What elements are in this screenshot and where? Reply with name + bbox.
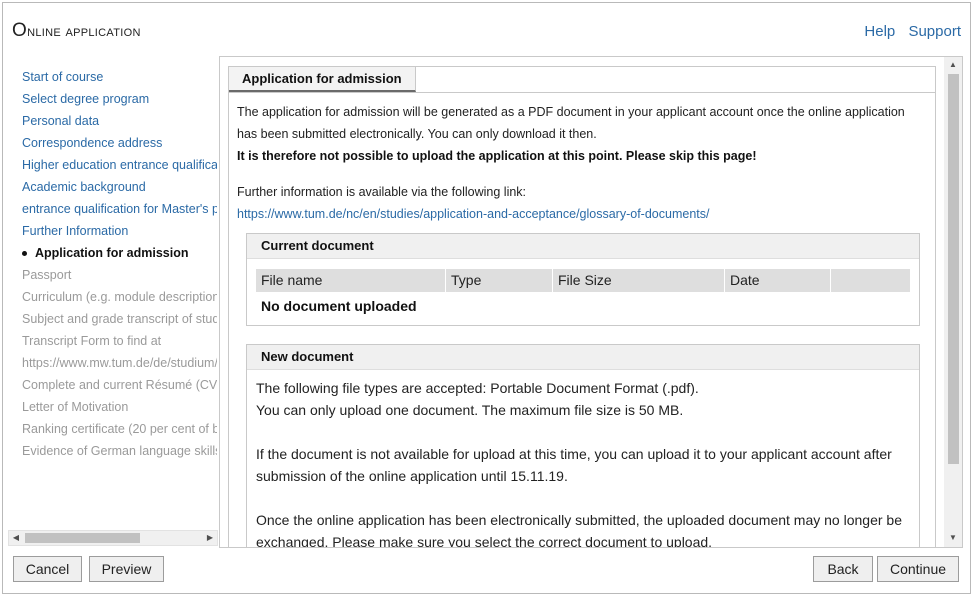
continue-button[interactable]: Continue <box>877 556 959 582</box>
new-document-instructions: The following file types are accepted: P… <box>256 377 906 548</box>
sidebar-item-german-language-skills: Evidence of German language skills <box>22 444 217 458</box>
top-links: Help Support <box>855 23 961 40</box>
glossary-link[interactable]: https://www.tum.de/nc/en/studies/applica… <box>237 203 927 225</box>
intro-text: The application for admission will be ge… <box>237 101 927 225</box>
instruction-line: submission of the online application unt… <box>256 468 568 484</box>
instruction-line: If the document is not available for upl… <box>256 446 892 462</box>
help-link[interactable]: Help <box>864 23 895 40</box>
sidebar-item-entrance-qualification-masters[interactable]: entrance qualification for Master's prog… <box>10 198 217 220</box>
main-panel: Application for admission The applicatio… <box>219 56 963 548</box>
table-header: File name Type File Size Date <box>256 269 910 292</box>
triangle-right-icon[interactable]: ▶ <box>203 531 217 545</box>
sidebar-item-ranking-certificate: Ranking certificate (20 per cent of best… <box>22 422 217 436</box>
intro-warning: It is therefore not possible to upload t… <box>237 149 757 163</box>
sidebar-item-personal-data[interactable]: Personal data <box>10 110 217 132</box>
sidebar-item-higher-education-entrance[interactable]: Higher education entrance qualification <box>10 154 217 176</box>
current-document-title: Current document <box>247 234 919 259</box>
sidebar-item-transcript-url: https://www.mw.tum.de/de/studium/studien… <box>22 356 217 370</box>
sidebar-item-resume: Complete and current Résumé (CV) <box>22 378 217 392</box>
sidebar-horizontal-scrollbar[interactable]: ◀ ▶ <box>8 530 218 546</box>
column-date: Date <box>725 269 831 292</box>
column-file-size: File Size <box>553 269 725 292</box>
triangle-up-icon[interactable]: ▲ <box>944 58 962 72</box>
sidebar-item-label: Application for admission <box>35 246 189 260</box>
instruction-line: The following file types are accepted: P… <box>256 380 699 396</box>
column-actions <box>831 269 910 292</box>
instruction-line: You can only upload one document. The ma… <box>256 402 684 418</box>
scrollbar-thumb[interactable] <box>948 74 959 464</box>
intro-line-2: has been submitted electronically. You c… <box>237 127 597 141</box>
triangle-left-icon[interactable]: ◀ <box>9 531 23 545</box>
sidebar-item-academic-background[interactable]: Academic background <box>10 176 217 198</box>
preview-button[interactable]: Preview <box>89 556 164 582</box>
instruction-line: exchanged. Please make sure you select t… <box>256 534 713 548</box>
tab-divider <box>229 92 935 93</box>
sidebar-item-letter-of-motivation: Letter of Motivation <box>22 400 129 414</box>
sidebar-item-subject-grade-transcript: Subject and grade transcript of studies <box>22 312 217 326</box>
support-link[interactable]: Support <box>908 23 961 40</box>
instruction-line: Once the online application has been ele… <box>256 512 902 528</box>
tab-application-for-admission[interactable]: Application for admission <box>229 67 416 92</box>
intro-line-1: The application for admission will be ge… <box>237 105 905 119</box>
sidebar-item-correspondence-address[interactable]: Correspondence address <box>10 132 217 154</box>
column-type: Type <box>446 269 553 292</box>
current-step-bullet-icon <box>22 251 27 257</box>
empty-state-text: No document uploaded <box>261 298 417 314</box>
main-vertical-scrollbar[interactable]: ▲ ▼ <box>944 57 962 547</box>
new-document-section: New document The following file types ar… <box>246 344 920 548</box>
triangle-down-icon[interactable]: ▼ <box>944 531 962 545</box>
current-document-section: Current document File name Type File Siz… <box>246 233 920 326</box>
further-info-text: Further information is available via the… <box>237 185 527 199</box>
page-title: Online application <box>12 20 141 41</box>
sidebar-item-start-of-course[interactable]: Start of course <box>10 66 217 88</box>
sidebar-item-further-information[interactable]: Further Information <box>10 220 217 242</box>
column-file-name: File name <box>256 269 446 292</box>
content-frame: Application for admission The applicatio… <box>228 66 936 548</box>
cancel-button[interactable]: Cancel <box>13 556 82 582</box>
back-button[interactable]: Back <box>813 556 873 582</box>
new-document-title: New document <box>247 345 919 370</box>
sidebar-nav: Start of course Select degree program Pe… <box>10 66 217 531</box>
current-document-table: File name Type File Size Date No documen… <box>256 269 910 316</box>
sidebar-item-application-for-admission[interactable]: Application for admission <box>10 242 217 264</box>
scrollbar-thumb[interactable] <box>25 533 140 543</box>
sidebar-item-curriculum: Curriculum (e.g. module description) <box>22 290 217 304</box>
sidebar-item-select-degree-program[interactable]: Select degree program <box>10 88 217 110</box>
sidebar-item-transcript-form: Transcript Form to find at <box>22 334 162 348</box>
sidebar-item-passport: Passport <box>22 268 72 282</box>
